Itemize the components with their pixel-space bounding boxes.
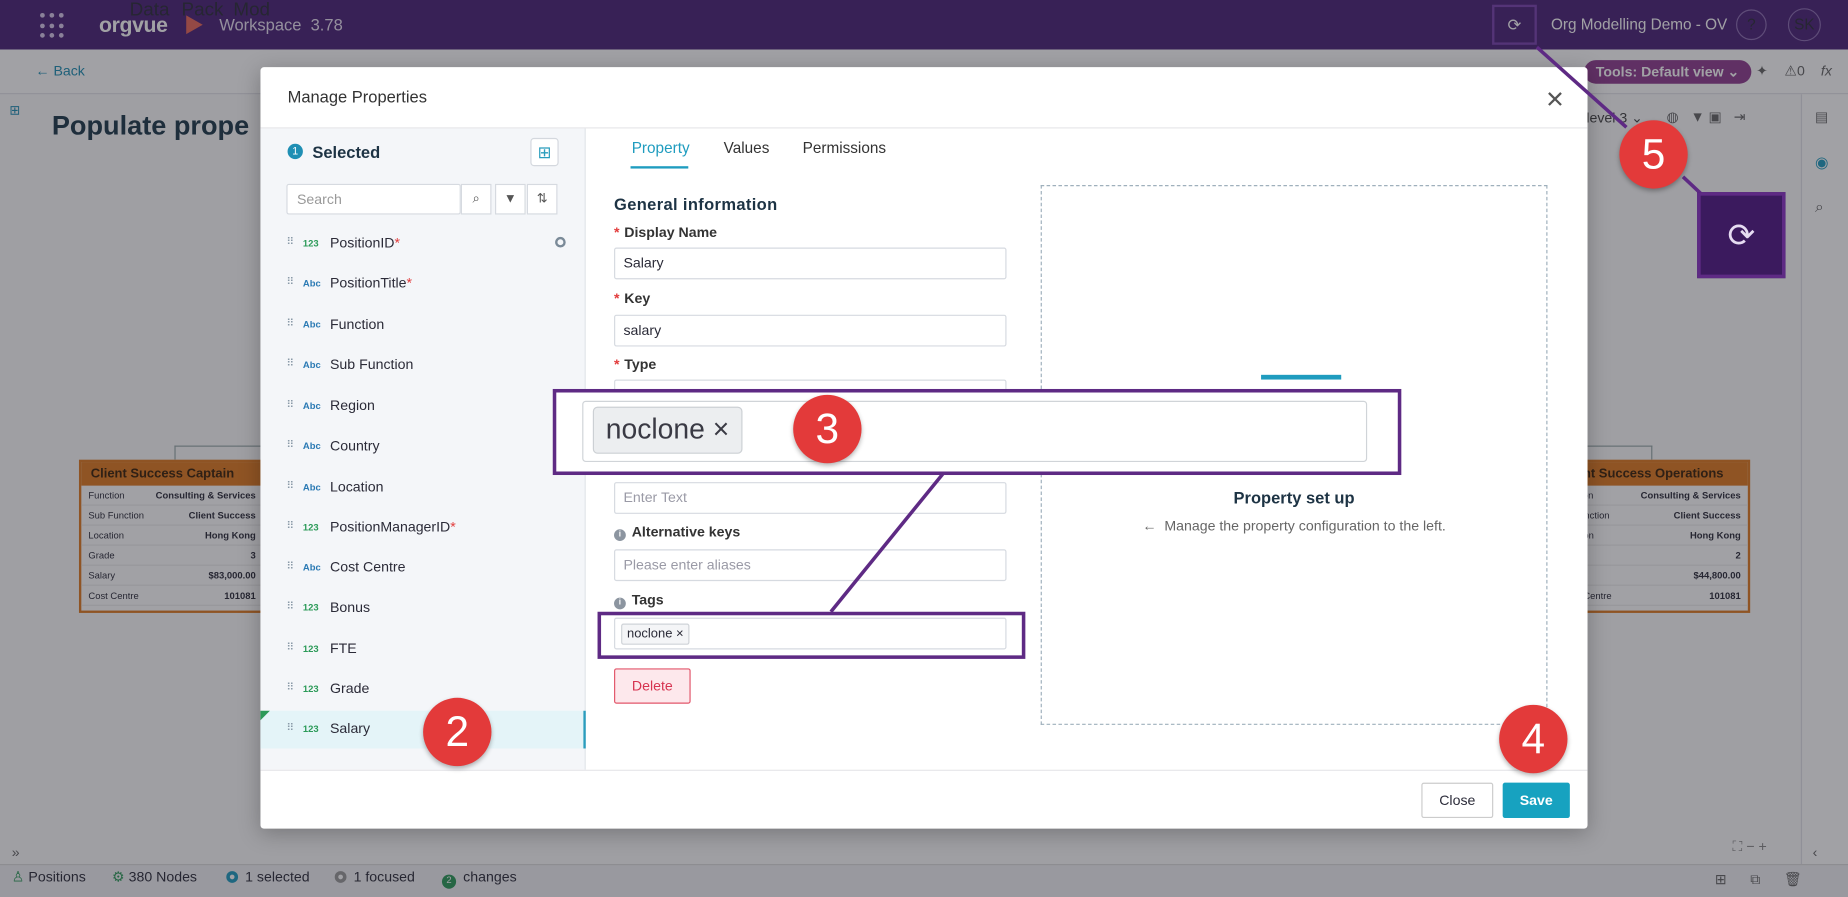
remove-tag-icon: × xyxy=(712,413,730,446)
step-number: 3 xyxy=(793,394,862,464)
step-number: 5 xyxy=(1619,120,1688,189)
sync-icon: ⟳ xyxy=(1727,216,1756,254)
step-number: 4 xyxy=(1499,704,1568,774)
tags-highlight xyxy=(597,611,1026,659)
step-number: 2 xyxy=(423,697,492,767)
sync-icon-callout: ⟳ xyxy=(1697,192,1786,279)
zoomed-tag-chip: noclone × xyxy=(592,406,743,454)
